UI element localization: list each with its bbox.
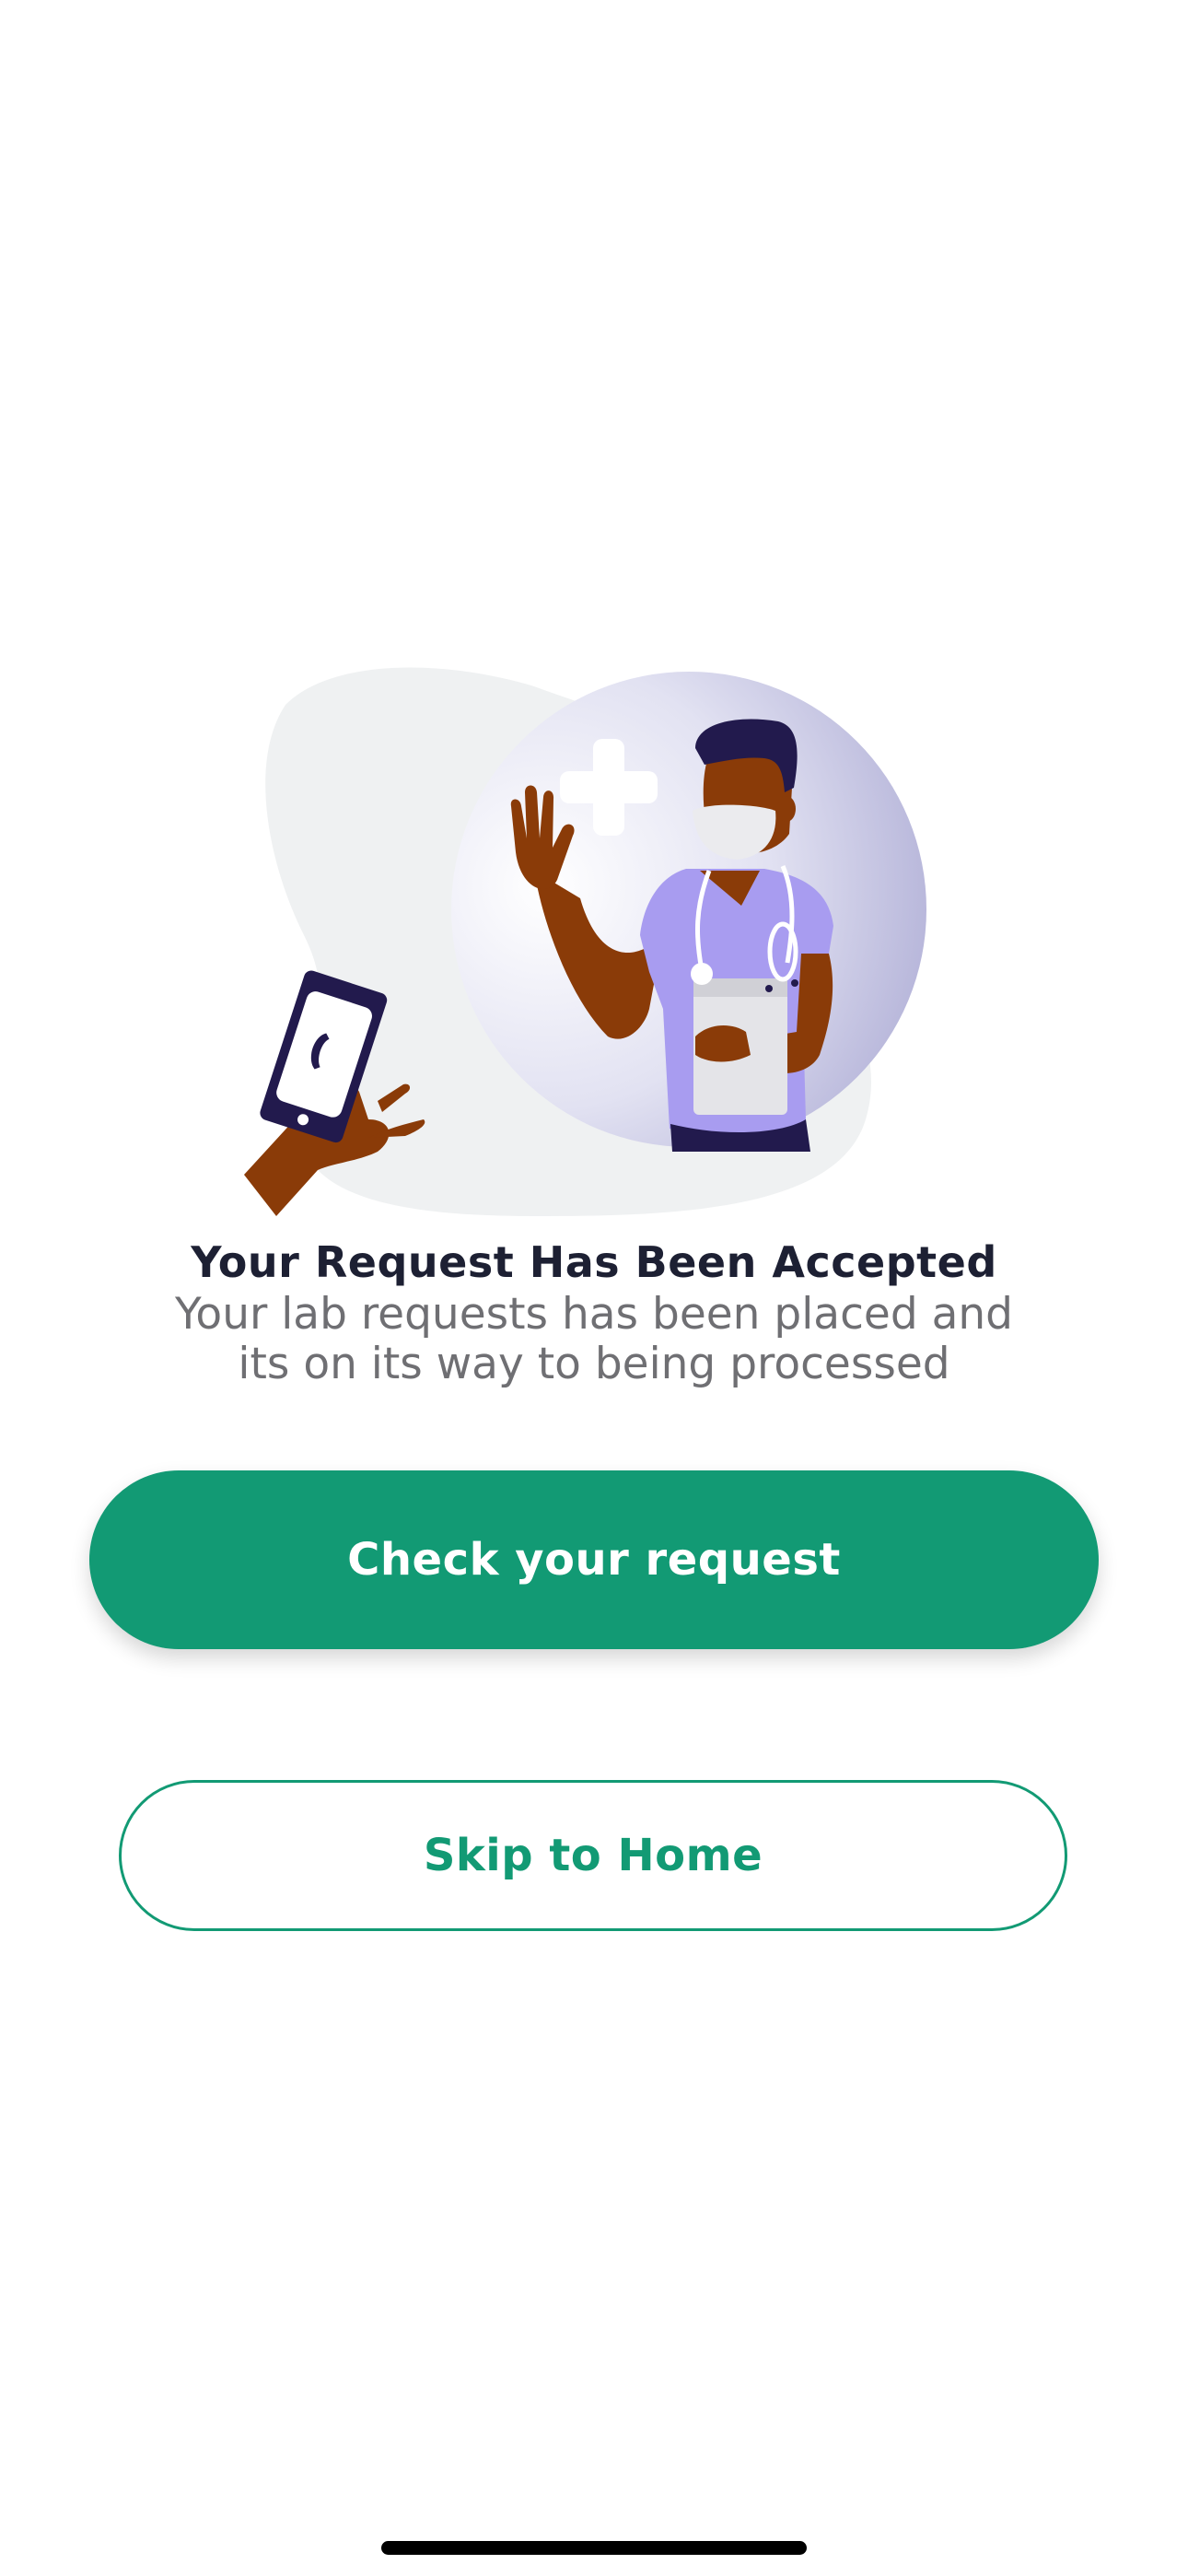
- confirmation-message-line-1: Your lab requests has been placed and: [174, 1289, 1014, 1340]
- confirmation-message-line-2: its on its way to being processed: [238, 1339, 950, 1389]
- doctor-illustration: [244, 667, 926, 1216]
- check-request-button[interactable]: Check your request: [89, 1470, 1099, 1649]
- page-title: Your Request Has Been Accepted: [191, 1237, 997, 1287]
- skip-to-home-button[interactable]: Skip to Home: [119, 1780, 1067, 1931]
- confirmation-message: Your lab requests has been placed and it…: [0, 1290, 1188, 1389]
- check-request-button-label: Check your request: [347, 1534, 841, 1586]
- skip-to-home-button-label: Skip to Home: [423, 1830, 763, 1881]
- home-indicator[interactable]: [381, 2541, 807, 2555]
